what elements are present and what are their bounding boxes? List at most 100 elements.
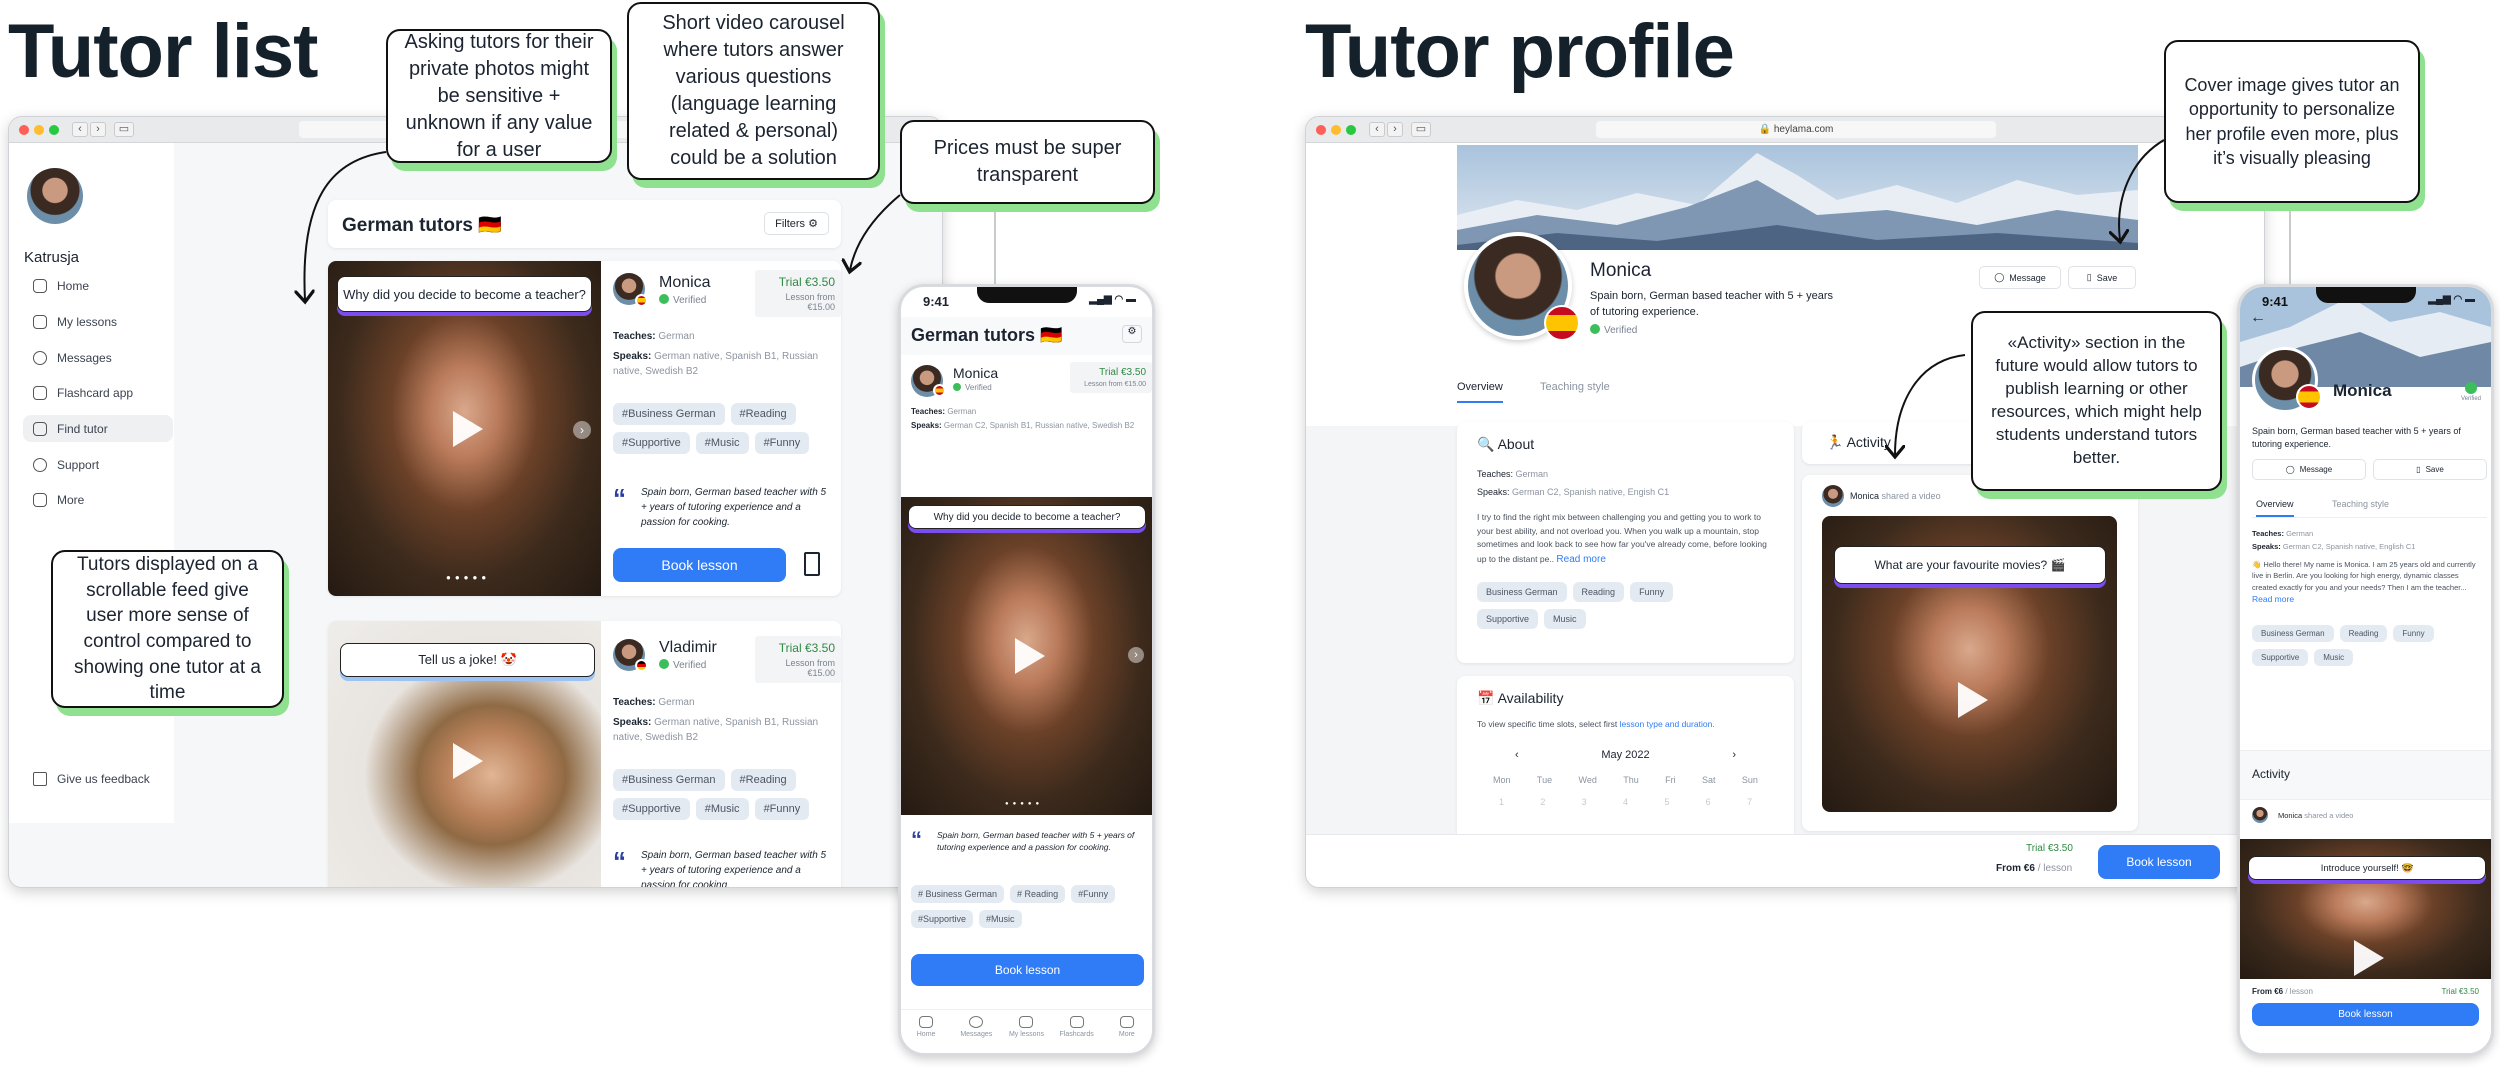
tag[interactable]: #Business German [613,403,725,425]
address-bar[interactable]: 🔒 heylama.com [1596,121,1996,138]
bookmark-icon[interactable] [804,552,820,576]
sidebar-toggle-icon[interactable]: ▭ [1411,122,1431,137]
sidebar-item-my-lessons[interactable]: My lessons [23,308,173,335]
tutor-name[interactable]: Monica [659,274,711,292]
back-arrow-icon[interactable]: ← [2250,309,2266,327]
carousel-dots[interactable]: ●●●●● [1005,801,1043,807]
tab-teaching-style[interactable]: Teaching style [1540,381,1610,393]
sidebar-toggle-icon[interactable]: ▭ [114,122,134,137]
tag[interactable]: #Music [695,798,749,820]
carousel-dots[interactable]: ●●●●● [446,573,490,582]
user-avatar[interactable] [27,168,83,224]
filters-icon[interactable]: ⚙ [1122,325,1142,343]
forward-icon[interactable]: › [1387,122,1403,137]
sidebar-item-home[interactable]: Home [23,272,173,299]
sidebar-item-support[interactable]: Support [23,451,173,478]
calendar-day[interactable]: 4 [1623,797,1628,807]
forward-icon[interactable]: › [90,122,106,137]
tutor-video[interactable]: Tell us a joke! 🤡 [328,621,601,887]
save-button[interactable]: ▯ Save [2373,459,2487,480]
tab-overview[interactable]: Overview [1457,381,1503,403]
read-more-link[interactable]: Read more [2252,594,2294,604]
sidebar-item-more[interactable]: More [23,486,173,513]
tag[interactable]: Business German [1477,581,1567,602]
maximize-window-icon[interactable] [1346,125,1356,135]
read-more-link[interactable]: Read more [1556,554,1605,565]
close-window-icon[interactable] [1316,125,1326,135]
tag[interactable]: Funny [1630,581,1674,602]
activity-video[interactable]: What are your favourite movies? 🎬 [1822,516,2117,812]
tag[interactable]: #Funny [754,432,810,454]
filters-button[interactable]: Filters ⚙ [764,212,829,235]
tag[interactable]: #Music [979,910,1022,928]
tutor-name[interactable]: Monica [953,365,998,381]
book-lesson-button[interactable]: Book lesson [613,548,786,582]
calendar-day[interactable]: 5 [1664,797,1669,807]
tab-my-lessons[interactable]: My lessons [1006,1016,1046,1053]
prev-month-icon[interactable]: ‹ [1515,749,1519,761]
tutor-name[interactable]: Vladimir [659,639,717,657]
book-lesson-button[interactable]: Book lesson [2098,845,2220,879]
sidebar-item-messages[interactable]: Messages [23,344,173,371]
tag[interactable]: Music [1544,608,1586,629]
activity-video[interactable]: Introduce yourself! 🤓 [2240,839,2491,979]
tutor-video[interactable]: Why did you decide to become a teacher? … [328,261,601,596]
tag[interactable]: Supportive [2252,649,2309,666]
save-button[interactable]: ▯ Save [2068,266,2136,289]
tag[interactable]: #Supportive [911,910,974,928]
tab-home[interactable]: Home [906,1016,946,1053]
tag[interactable]: #Supportive [613,432,690,454]
tag[interactable]: Reading [1572,581,1625,602]
message-button[interactable]: ◯ Message [2252,459,2366,480]
tag[interactable]: #Business German [613,769,725,791]
tag[interactable]: Funny [2393,625,2434,642]
tag[interactable]: #Reading [730,403,796,425]
next-video-icon[interactable]: › [1128,647,1144,663]
tab-messages[interactable]: Messages [956,1016,996,1053]
tag[interactable]: #Reading [730,769,796,791]
tab-overview[interactable]: Overview [2256,499,2294,517]
message-icon: ◯ [2285,465,2295,474]
sidebar-item-find-tutor[interactable]: Find tutor [23,415,173,442]
tag[interactable]: #Funny [1071,885,1116,903]
calendar-day[interactable]: 2 [1540,797,1545,807]
tag[interactable]: # Business German [911,885,1005,903]
tag[interactable]: # Reading [1010,885,1066,903]
lesson-type-link[interactable]: lesson type and duration. [1620,719,1715,729]
tag[interactable]: Business German [2252,625,2334,642]
book-lesson-button[interactable]: Book lesson [2252,1003,2479,1026]
play-icon[interactable] [1014,638,1045,674]
play-icon[interactable] [1957,681,1988,718]
tag[interactable]: #Funny [754,798,810,820]
calendar-day[interactable]: 3 [1582,797,1587,807]
tutor-video[interactable]: Why did you decide to become a teacher? … [901,497,1152,815]
back-icon[interactable]: ‹ [72,122,88,137]
tab-more[interactable]: More [1107,1016,1147,1053]
calendar-day[interactable]: 1 [1499,797,1504,807]
tab-flashcards[interactable]: Flashcards [1057,1016,1097,1053]
tag[interactable]: Reading [2339,625,2388,642]
close-window-icon[interactable] [19,125,29,135]
tag[interactable]: #Music [695,432,749,454]
calendar-day[interactable]: 7 [1747,797,1752,807]
minimize-window-icon[interactable] [34,125,44,135]
calendar-day[interactable]: 6 [1706,797,1711,807]
tag[interactable]: Supportive [1477,608,1539,629]
play-icon[interactable] [452,410,483,447]
minimize-window-icon[interactable] [1331,125,1341,135]
play-icon[interactable] [452,743,483,779]
tag[interactable]: #Supportive [613,798,690,820]
play-icon[interactable] [2353,940,2384,976]
next-month-icon[interactable]: › [1732,749,1736,761]
sidebar-item-flashcard-app[interactable]: Flashcard app [23,379,173,406]
maximize-window-icon[interactable] [49,125,59,135]
tag[interactable]: Music [2314,649,2354,666]
back-icon[interactable]: ‹ [1369,122,1385,137]
message-button[interactable]: ◯ Message [1979,266,2061,289]
author-name[interactable]: Monica [2278,811,2302,820]
author-name[interactable]: Monica [1850,491,1879,501]
book-lesson-button[interactable]: Book lesson [911,954,1144,986]
tab-teaching-style[interactable]: Teaching style [2332,499,2389,509]
feedback-button[interactable]: Give us feedback [23,765,173,792]
next-video-icon[interactable]: › [573,421,591,439]
